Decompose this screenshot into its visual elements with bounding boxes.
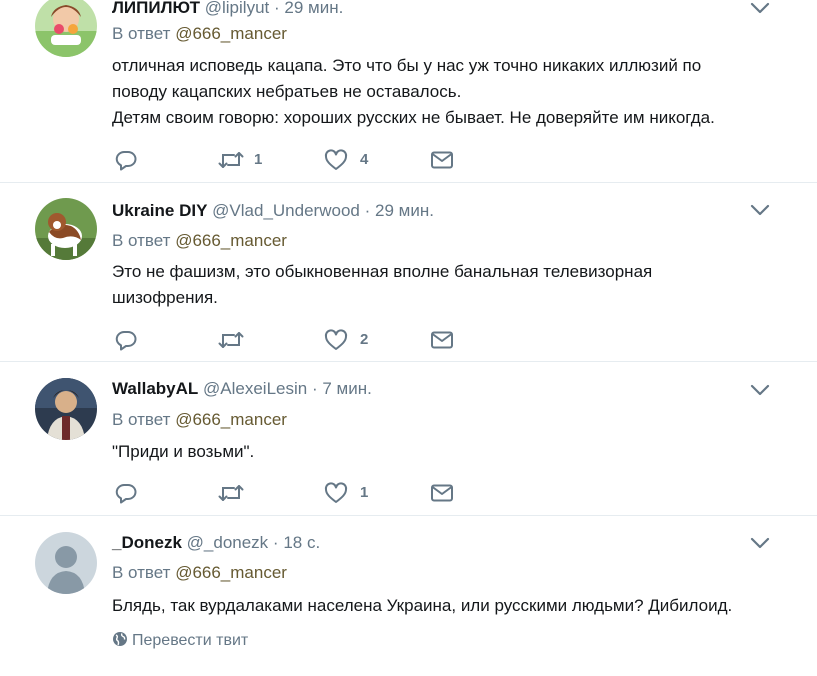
chevron-down-icon[interactable] — [748, 378, 772, 402]
reply-prefix: В ответ — [112, 24, 171, 43]
avatar[interactable] — [35, 378, 97, 440]
heart-icon — [324, 329, 348, 350]
separator-dot: · — [311, 379, 318, 398]
tweet-text-line: "Приди и возьми". — [112, 442, 255, 461]
separator-dot: · — [272, 533, 279, 552]
reply-context: В ответ @666_mancer — [112, 410, 287, 430]
retweet-icon — [218, 485, 244, 501]
separator-dot: · — [273, 0, 280, 17]
like-count: 4 — [360, 151, 369, 168]
tweet[interactable]: WallabyAL @AlexeiLesin · 7 мин. В ответ … — [0, 362, 817, 516]
heart-icon — [324, 149, 348, 170]
avatar[interactable] — [35, 198, 97, 260]
avatar[interactable] — [35, 0, 97, 57]
tweet-text-line: Блядь, так вурдалаками населена Украина,… — [112, 596, 733, 615]
tweet-text-line: шизофрения. — [112, 288, 218, 307]
separator-dot: · — [364, 201, 371, 220]
reply-mention[interactable]: @666_mancer — [175, 410, 287, 429]
timestamp[interactable]: 29 мин. — [375, 201, 434, 220]
retweet-count: 1 — [254, 151, 263, 168]
heart-icon — [324, 482, 348, 503]
reply-context: В ответ @666_mancer — [112, 231, 287, 251]
author-handle[interactable]: @AlexeiLesin — [203, 379, 307, 398]
reply-context: В ответ @666_mancer — [112, 24, 287, 44]
tweet[interactable]: _Donezk @_donezk · 18 с. В ответ @666_ma… — [0, 516, 817, 676]
tweet-text: отличная исповедь кацапа. Это что бы у н… — [112, 53, 802, 131]
envelope-icon — [431, 484, 453, 502]
reply-mention[interactable]: @666_mancer — [175, 231, 287, 250]
envelope-icon — [431, 151, 453, 169]
like-count: 1 — [360, 484, 369, 501]
reply-prefix: В ответ — [112, 231, 171, 250]
chevron-down-icon[interactable] — [748, 0, 772, 20]
author-handle[interactable]: @lipilyut — [205, 0, 270, 17]
reply-prefix: В ответ — [112, 563, 171, 582]
reply-prefix: В ответ — [112, 410, 171, 429]
tweet-text: "Приди и возьми". — [112, 439, 802, 465]
tweet-text: Это не фашизм, это обыкновенная вполне б… — [112, 259, 802, 311]
timestamp[interactable]: 29 мин. — [284, 0, 343, 17]
like-count: 2 — [360, 331, 369, 348]
author-name[interactable]: WallabyAL — [112, 379, 198, 398]
translate-tweet-link[interactable]: Перевести твит — [112, 631, 248, 650]
reply-icon — [115, 151, 137, 171]
retweet-icon — [218, 332, 244, 348]
reply-mention[interactable]: @666_mancer — [175, 24, 287, 43]
envelope-icon — [431, 331, 453, 349]
reply-icon — [115, 484, 137, 504]
author-handle[interactable]: @_donezk — [187, 533, 269, 552]
tweet[interactable]: Ukraine DIY @Vlad_Underwood · 29 мин. В … — [0, 183, 817, 362]
chevron-down-icon[interactable] — [748, 531, 772, 555]
author-name[interactable]: Ukraine DIY — [112, 201, 207, 220]
timestamp[interactable]: 7 мин. — [322, 379, 371, 398]
tweet-text: Блядь, так вурдалаками населена Украина,… — [112, 593, 802, 619]
author-name[interactable]: ЛИПИЛЮТ — [112, 0, 200, 17]
globe-icon — [113, 632, 127, 646]
tweet-text-line: Это не фашизм, это обыкновенная вполне б… — [112, 262, 653, 281]
timestamp[interactable]: 18 с. — [283, 533, 320, 552]
retweet-icon — [218, 152, 244, 168]
avatar[interactable] — [35, 532, 97, 594]
author-name[interactable]: _Donezk — [112, 533, 182, 552]
chevron-down-icon[interactable] — [748, 198, 772, 222]
reply-icon — [115, 331, 137, 351]
tweet-text-line: Детям своим говорю: хороших русских не б… — [112, 108, 715, 127]
reply-context: В ответ @666_mancer — [112, 563, 287, 583]
translate-label: Перевести твит — [132, 632, 249, 649]
tweet-text-line: отличная исповедь кацапа. Это что бы у н… — [112, 56, 702, 75]
author-handle[interactable]: @Vlad_Underwood — [212, 201, 360, 220]
reply-mention[interactable]: @666_mancer — [175, 563, 287, 582]
tweet-text-line: поводу кацапских небратьев не оставалось… — [112, 82, 462, 101]
tweet[interactable]: ЛИПИЛЮТ @lipilyut · 29 мин. В ответ @666… — [0, 0, 817, 183]
